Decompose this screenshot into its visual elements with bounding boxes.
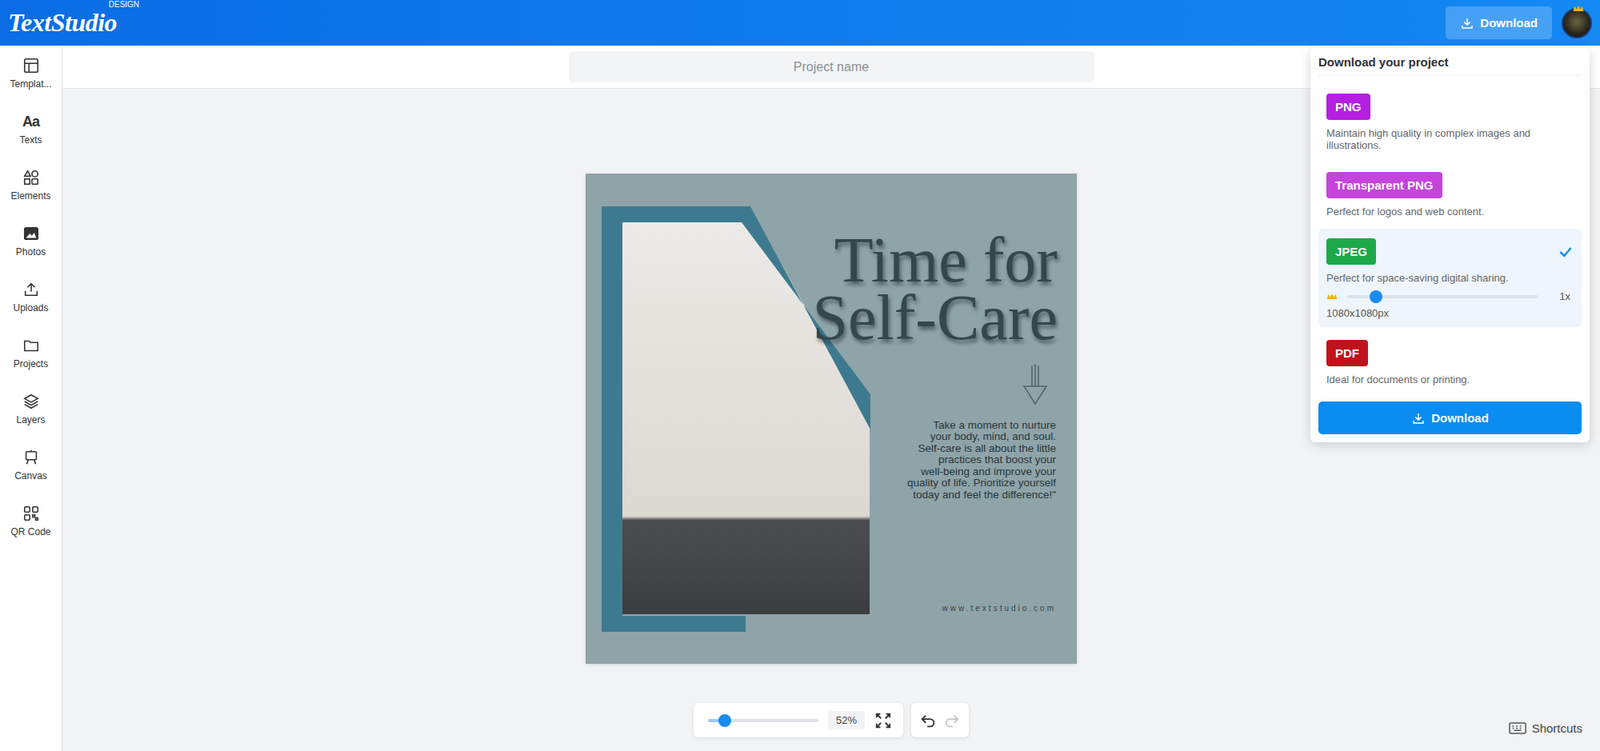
scale-slider[interactable] [1347,295,1539,299]
download-icon [1460,16,1475,31]
qr-code-icon [22,504,40,523]
text-icon: Aa [22,112,40,131]
sidebar: Templat...AaTextsElementsPhotosUploadsPr… [0,45,63,751]
frame-left [601,206,623,632]
redo-icon [943,712,961,730]
easel-icon [22,448,40,467]
crown-icon [1572,4,1584,12]
templates-icon [22,56,40,75]
download-button[interactable]: Download [1445,6,1552,40]
photo-icon [22,224,40,243]
download-submit-button[interactable]: Download [1318,401,1582,435]
sidebar-item[interactable]: Canvas [0,448,62,505]
format-badge: JPEG [1326,238,1376,265]
sidebar-item[interactable]: AaTexts [0,112,62,169]
format-badge: PDF [1326,340,1368,367]
format-option[interactable]: JPEGPerfect for space-saving digital sha… [1318,228,1582,328]
folder-icon [22,336,40,355]
zoom-reading: 52% [828,711,865,730]
user-avatar[interactable] [1561,8,1592,39]
sidebar-item[interactable]: Elements [0,168,62,225]
top-bar: TextStudioDESIGN Download [0,0,1600,46]
download-icon [1411,411,1426,426]
format-option[interactable]: Transparent PNGPerfect for logos and web… [1318,162,1582,226]
upload-icon [22,280,40,299]
headline[interactable]: Time forSelf-Care [812,231,1058,347]
frame-top [601,206,754,223]
scale-knob[interactable] [1369,290,1383,304]
arrow-down-icon [1017,362,1053,408]
format-badge: PNG [1326,93,1371,120]
output-size: 1080x1080px [1326,307,1574,320]
crown-icon [1326,292,1338,300]
body-text[interactable]: Take a moment to nurtureyour body, mind,… [907,420,1056,502]
history-control [911,703,969,738]
shapes-icon [22,168,40,187]
download-menu-title: Download your project [1318,48,1582,76]
keyboard-icon [1508,721,1527,736]
design-canvas[interactable]: Time forSelf-Care Take a moment to nurtur… [585,173,1077,664]
sidebar-item[interactable]: QR Code [0,504,62,561]
format-option[interactable]: PDFIdeal for documents or printing. [1318,330,1582,394]
layers-icon [22,392,40,411]
zoom-knob[interactable] [718,714,732,728]
project-name-input[interactable]: Project name [568,51,1095,83]
sidebar-item[interactable]: Photos [0,224,62,281]
sidebar-item[interactable]: Templat... [0,56,62,113]
logo-badge: DESIGN [108,0,140,9]
undo-icon[interactable] [919,712,937,730]
scale-control: 1x [1326,290,1574,303]
shortcuts-button[interactable]: Shortcuts [1508,721,1583,736]
sidebar-item[interactable]: Layers [0,392,62,449]
check-icon [1557,244,1574,260]
download-menu: Download your project PNGMaintain high qu… [1310,48,1590,443]
website-text[interactable]: www.textstudio.com [942,604,1056,613]
scale-reading: 1x [1559,290,1574,303]
frame-bottom [601,616,746,632]
editor-window: TextStudioDESIGNDownloadTemplat...AaText… [0,0,1600,751]
logo[interactable]: TextStudioDESIGN [8,8,135,38]
bottom-toolbar: 52% [693,703,969,738]
fullscreen-icon[interactable] [874,712,892,730]
format-option[interactable]: PNGMaintain high quality in complex imag… [1318,84,1582,160]
zoom-control: 52% [693,703,904,738]
sidebar-item[interactable]: Projects [0,336,62,393]
zoom-slider[interactable] [708,719,819,723]
sidebar-item[interactable]: Uploads [0,280,62,337]
format-badge: Transparent PNG [1326,172,1443,199]
